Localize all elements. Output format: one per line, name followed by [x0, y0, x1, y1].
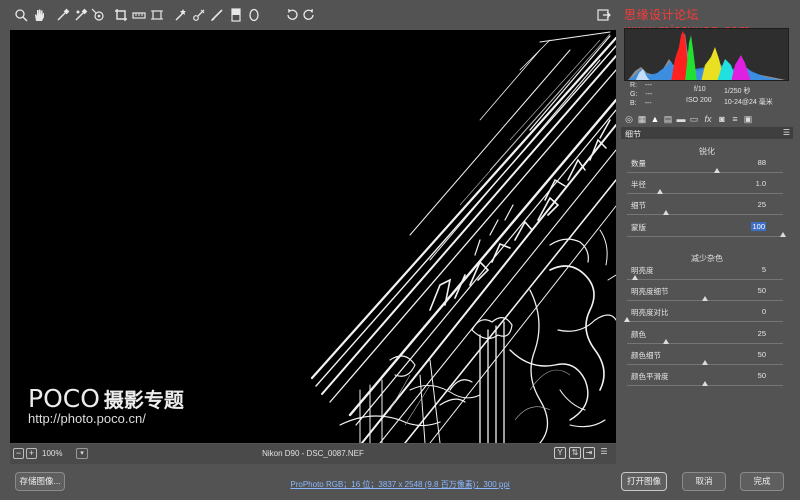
tab-snapshots-icon[interactable]: ▣	[743, 114, 753, 124]
luminance-detail-thumb[interactable]	[702, 296, 708, 301]
workflow-options-link[interactable]: ProPhoto RGB；16 位；3837 x 2548 (9.8 百万像素)…	[0, 479, 800, 490]
tab-presets-icon[interactable]: ≡	[730, 114, 740, 124]
cancel-button[interactable]: 取消	[682, 472, 726, 491]
before-after-y-icon[interactable]: Y	[554, 447, 566, 459]
r-value: ---	[644, 82, 652, 89]
luminance-detail-value[interactable]: 50	[758, 286, 766, 295]
b-value: ---	[644, 100, 652, 107]
graduated-filter-tool-icon[interactable]	[229, 8, 243, 22]
color-detail-label: 颜色细节	[631, 351, 661, 360]
panel-menu-icon[interactable]: ☰	[783, 128, 790, 137]
luminance-contrast-slider[interactable]	[627, 321, 783, 322]
image-preview[interactable]	[10, 30, 616, 443]
sharpen-amount-slider[interactable]	[627, 172, 783, 173]
tab-split-toning-icon[interactable]: ▬	[676, 114, 686, 124]
open-image-button[interactable]: 打开图像	[621, 472, 667, 491]
color-smoothness-thumb[interactable]	[702, 381, 708, 386]
color-detail-thumb[interactable]	[702, 360, 708, 365]
sharpen-detail-thumb[interactable]	[663, 210, 669, 215]
panel-title: 细节	[625, 130, 641, 139]
sharpen-detail-value[interactable]: 25	[758, 200, 766, 209]
color-slider[interactable]	[627, 343, 783, 344]
iso: ISO 200	[686, 97, 712, 104]
sharpen-amount-thumb[interactable]	[714, 168, 721, 173]
copy-settings-icon[interactable]: ⇥	[583, 447, 595, 459]
luminance-thumb[interactable]	[631, 275, 638, 280]
aperture: f/10	[694, 86, 706, 93]
sharpen-masking-label: 蒙版	[631, 223, 646, 232]
spot-removal-tool-icon[interactable]	[174, 8, 188, 22]
sharpen-masking-slider[interactable]	[627, 236, 783, 237]
top-toolbar: 思缘设计论坛 www.missyuan.com	[0, 0, 800, 37]
edge-preview-image	[310, 31, 616, 443]
adjustment-brush-tool-icon[interactable]	[210, 8, 224, 22]
poco-url: http://photo.poco.cn/	[28, 411, 146, 426]
luminance-contrast-thumb[interactable]	[624, 317, 630, 322]
straighten-tool-icon[interactable]	[132, 8, 146, 22]
radial-filter-tool-icon[interactable]	[247, 8, 261, 22]
transform-tool-icon[interactable]	[150, 8, 164, 22]
sharpen-detail-label: 细节	[631, 201, 646, 210]
luminance-slider[interactable]	[627, 279, 783, 280]
white-balance-tool-icon[interactable]	[56, 8, 70, 22]
sharpen-amount-label: 数量	[631, 159, 646, 168]
sharpen-masking-thumb[interactable]	[780, 232, 786, 237]
luminance-value[interactable]: 5	[762, 265, 766, 274]
sharpen-amount-value[interactable]: 88	[758, 158, 766, 167]
done-button[interactable]: 完成	[740, 472, 784, 491]
tab-basic-icon[interactable]: ◎	[624, 114, 634, 124]
luminance-detail-label: 明亮度细节	[631, 287, 669, 296]
bottom-bar: 存储图像... ProPhoto RGB；16 位；3837 x 2548 (9…	[0, 465, 800, 500]
poco-logo: POCO	[28, 384, 100, 413]
tab-camera-calibration-icon[interactable]: ◙	[717, 114, 727, 124]
panel-header: 细节 ☰	[621, 127, 793, 139]
luminance-contrast-label: 明亮度对比	[631, 308, 669, 317]
zoom-tool-icon[interactable]	[14, 8, 28, 22]
targeted-adjustment-tool-icon[interactable]	[91, 8, 105, 22]
rotate-left-icon[interactable]	[285, 8, 299, 22]
noise-section-title: 减少杂色	[691, 254, 723, 263]
tab-tone-curve-icon[interactable]: ▦	[637, 114, 647, 124]
file-name: Nikon D90 - DSC_0087.NEF	[262, 449, 364, 458]
sharpen-radius-slider[interactable]	[627, 193, 783, 194]
color-value[interactable]: 25	[758, 329, 766, 338]
histogram	[624, 28, 789, 81]
g-label: G:	[630, 91, 638, 98]
toggle-settings-icon[interactable]: ☰	[598, 447, 610, 459]
poco-logo-cn: 摄影专题	[103, 388, 184, 412]
b-label: B:	[630, 100, 637, 107]
luminance-contrast-value[interactable]: 0	[762, 307, 766, 316]
shutter-speed: 1/250 秒	[724, 88, 751, 95]
r-label: R:	[630, 82, 637, 89]
crop-tool-icon[interactable]	[114, 8, 128, 22]
tab-hsl-icon[interactable]: ▤	[663, 114, 673, 124]
sharpen-section-title: 锐化	[699, 147, 715, 156]
sharpen-radius-label: 半径	[631, 180, 646, 189]
swap-settings-icon[interactable]: ⇅	[569, 447, 581, 459]
histogram-graph	[627, 31, 786, 80]
color-sampler-tool-icon[interactable]	[74, 8, 88, 22]
hand-tool-icon[interactable]	[32, 8, 46, 22]
open-preferences-icon[interactable]	[597, 8, 611, 22]
color-smoothness-value[interactable]: 50	[758, 371, 766, 380]
sharpen-radius-value[interactable]: 1.0	[756, 179, 766, 188]
sharpen-detail-slider[interactable]	[627, 214, 783, 215]
rotate-right-icon[interactable]	[302, 8, 316, 22]
preview-status-bar: − + 100% ▾ Nikon D90 - DSC_0087.NEF Y ⇅ …	[10, 444, 616, 464]
panel-tabs: ◎ ▦ ▲ ▤ ▬ ▭ fx ◙ ≡ ▣	[621, 113, 793, 127]
color-smoothness-label: 颜色平滑度	[631, 372, 669, 381]
sharpen-radius-thumb[interactable]	[656, 189, 663, 194]
sharpen-masking-value[interactable]: 100	[751, 222, 766, 231]
tab-lens-corrections-icon[interactable]: ▭	[689, 114, 699, 124]
color-thumb[interactable]	[663, 339, 669, 344]
g-value: ---	[645, 91, 653, 98]
color-detail-value[interactable]: 50	[758, 350, 766, 359]
tab-effects-icon[interactable]: fx	[703, 114, 713, 124]
poco-watermark: POCO 摄影专题 http://photo.poco.cn/	[28, 384, 184, 426]
red-eye-tool-icon[interactable]	[192, 8, 206, 22]
histogram-readout: R: --- G: --- B: --- f/10 1/250 秒 ISO 20…	[626, 82, 792, 112]
lens: 10-24@24 毫米	[724, 99, 773, 106]
tab-detail-icon[interactable]: ▲	[650, 114, 660, 124]
color-label: 颜色	[631, 330, 646, 339]
